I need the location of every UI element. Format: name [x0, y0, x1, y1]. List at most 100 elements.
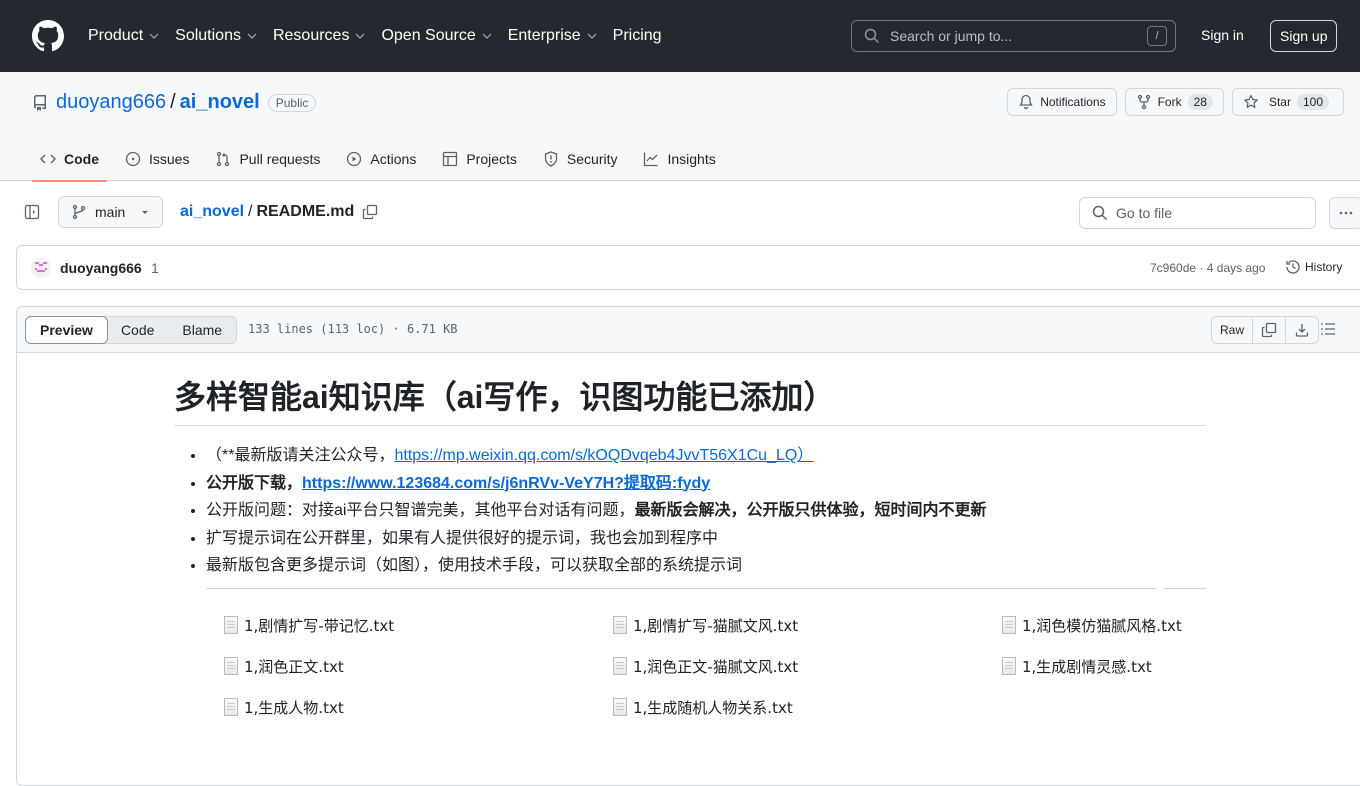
code-view-tab[interactable]: Code — [107, 317, 168, 343]
copy-icon — [1261, 322, 1277, 338]
file-name: 1,润色模仿猫腻风格.txt — [1022, 616, 1182, 635]
nav-label: Solutions — [175, 27, 241, 44]
sign-up-button[interactable]: Sign up — [1270, 20, 1338, 52]
image-file-item: 1,润色正文.txt — [224, 656, 344, 677]
wechat-link[interactable]: https://mp.weixin.qq.com/s/kOQDvqeb4JvvT… — [394, 447, 813, 464]
file-tools: Raw — [1211, 316, 1320, 344]
outline-list-icon[interactable] — [1320, 321, 1336, 337]
repo-separator: / — [170, 91, 176, 113]
repo-name-link[interactable]: ai_novel — [180, 91, 260, 114]
text-file-icon — [613, 657, 627, 675]
file-header: Preview Code Blame 133 lines (113 loc) ·… — [17, 307, 1360, 353]
tab-label: Pull requests — [239, 150, 321, 167]
tab-projects[interactable]: Projects — [434, 136, 525, 181]
readme-list: （**最新版请关注公众号，https://mp.weixin.qq.com/s/… — [174, 442, 1206, 580]
tab-insights[interactable]: Insights — [635, 136, 723, 181]
list-item-text: 公开版下载， — [206, 474, 303, 492]
download-icon — [1295, 324, 1309, 337]
breadcrumb-repo-link[interactable]: ai_novel — [180, 203, 244, 221]
nav-open-source[interactable]: Open Source — [381, 27, 492, 45]
notifications-label: Notifications — [1040, 95, 1106, 109]
readme-image-file-list: 1,剧情扩写-带记忆.txt 1,剧情扩写-猫腻文风.txt 1,润色模仿猫腻风… — [206, 586, 1206, 738]
tab-actions[interactable]: Actions — [338, 136, 424, 181]
issue-icon — [125, 151, 141, 166]
list-item-bold-text: 最新版会解决，公开版只供体验，短时间内不更新 — [634, 502, 987, 519]
text-file-icon — [224, 657, 238, 675]
tab-pull-requests[interactable]: Pull requests — [207, 136, 328, 181]
readme-title: 多样智能ai知识库（ai写作，识图功能已添加） — [174, 377, 1206, 426]
bell-icon — [1019, 94, 1033, 110]
repo-tabs: Code Issues Pull requests Actions Projec… — [32, 136, 734, 182]
latest-commit-box: duoyang666 1 7c960de · 4 days ago Histor… — [16, 245, 1360, 290]
image-file-item: 1,生成人物.txt — [224, 697, 344, 718]
nav-enterprise[interactable]: Enterprise — [508, 27, 597, 45]
code-icon — [40, 154, 56, 163]
nav-label: Pricing — [612, 27, 662, 44]
go-to-file-input[interactable]: Go to file — [1079, 197, 1316, 229]
file-name: 1,生成随机人物关系.txt — [633, 698, 793, 717]
more-options-button[interactable] — [1329, 197, 1360, 229]
tab-code[interactable]: Code — [32, 136, 107, 182]
nav-resources[interactable]: Resources — [273, 27, 365, 45]
preview-tab[interactable]: Preview — [25, 316, 108, 344]
github-logo-icon[interactable] — [32, 19, 66, 53]
tab-issues[interactable]: Issues — [117, 136, 197, 181]
list-item: 扩写提示词在公开群里，如果有人提供很好的提示词，我也会加到程序中 — [206, 525, 1206, 553]
table-icon — [443, 151, 458, 166]
chevron-down-icon — [149, 33, 159, 39]
image-file-item: 1,生成随机人物关系.txt — [613, 697, 793, 718]
history-button[interactable]: History — [1285, 259, 1342, 275]
nav-label: Enterprise — [507, 27, 581, 44]
fork-icon — [1137, 94, 1150, 110]
nav-pricing[interactable]: Pricing — [613, 27, 662, 45]
commit-meta[interactable]: 7c960de · 4 days ago — [1150, 261, 1265, 275]
file-name: 1,生成剧情灵感.txt — [1022, 657, 1152, 676]
tab-label: Insights — [667, 150, 716, 167]
copy-path-icon[interactable] — [362, 204, 378, 220]
fork-count: 28 — [1187, 94, 1213, 110]
notifications-button[interactable]: Notifications — [1007, 88, 1117, 116]
image-file-item: 1,剧情扩写-带记忆.txt — [224, 615, 394, 636]
avatar[interactable] — [31, 258, 51, 278]
readme-content: 多样智能ai知识库（ai写作，识图功能已添加） （**最新版请关注公众号，htt… — [174, 377, 1206, 738]
search-icon — [1092, 205, 1108, 221]
repo-owner-link[interactable]: duoyang666 — [56, 91, 166, 114]
kebab-horizontal-icon — [1339, 211, 1353, 215]
file-name: 1,润色正文-猫腻文风.txt — [633, 657, 799, 676]
star-button[interactable]: Star 100 — [1231, 88, 1344, 116]
raw-button[interactable]: Raw — [1212, 317, 1254, 343]
sign-in-link[interactable]: Sign in — [1201, 27, 1244, 43]
chevron-down-icon — [482, 33, 492, 39]
chevron-down-icon — [587, 33, 597, 39]
list-item-text: 扩写提示词在公开群里，如果有人提供很好的提示词，我也会加到程序中 — [206, 529, 719, 547]
global-header: Product Solutions Resources Open Source … — [0, 0, 1360, 72]
file-name: 1,剧情扩写-猫腻文风.txt — [633, 616, 799, 635]
nav-solutions[interactable]: Solutions — [175, 27, 257, 45]
tab-label: Projects — [466, 150, 517, 167]
nav-label: Resources — [272, 27, 350, 44]
sidebar-expand-icon[interactable] — [24, 204, 40, 220]
file-name: 1,润色正文.txt — [244, 657, 344, 676]
commit-author-link[interactable]: duoyang666 — [60, 260, 142, 276]
list-item-text: 最新版包含更多提示词（如图），使用技术手段，可以获取全部的系统提示词 — [206, 557, 743, 574]
branch-name: main — [95, 204, 126, 220]
shield-icon — [544, 150, 558, 167]
tab-security[interactable]: Security — [535, 136, 626, 181]
blame-tab[interactable]: Blame — [168, 317, 236, 343]
download-button[interactable] — [1286, 317, 1318, 343]
view-mode-switch: Preview Code Blame — [25, 316, 238, 344]
text-file-icon — [1002, 657, 1016, 675]
text-file-icon — [613, 698, 627, 716]
text-file-icon — [224, 698, 238, 716]
copy-raw-button[interactable] — [1253, 317, 1287, 343]
nav-product[interactable]: Product — [88, 27, 159, 45]
tab-label: Code — [64, 150, 99, 167]
branch-selector[interactable]: main — [58, 196, 163, 228]
download-link[interactable]: https://www.123684.com/s/j6nRVv-VeY7H?提取… — [302, 475, 710, 492]
repo-title: duoyang666 / ai_novel Public — [32, 91, 317, 114]
commit-count[interactable]: 1 — [151, 260, 159, 276]
nav-label: Product — [88, 27, 144, 44]
repo-actions: Notifications Fork 28 Star 100 — [1007, 88, 1344, 116]
global-search-input[interactable]: Search or jump to... / — [851, 20, 1176, 52]
fork-button[interactable]: Fork 28 — [1124, 88, 1224, 116]
